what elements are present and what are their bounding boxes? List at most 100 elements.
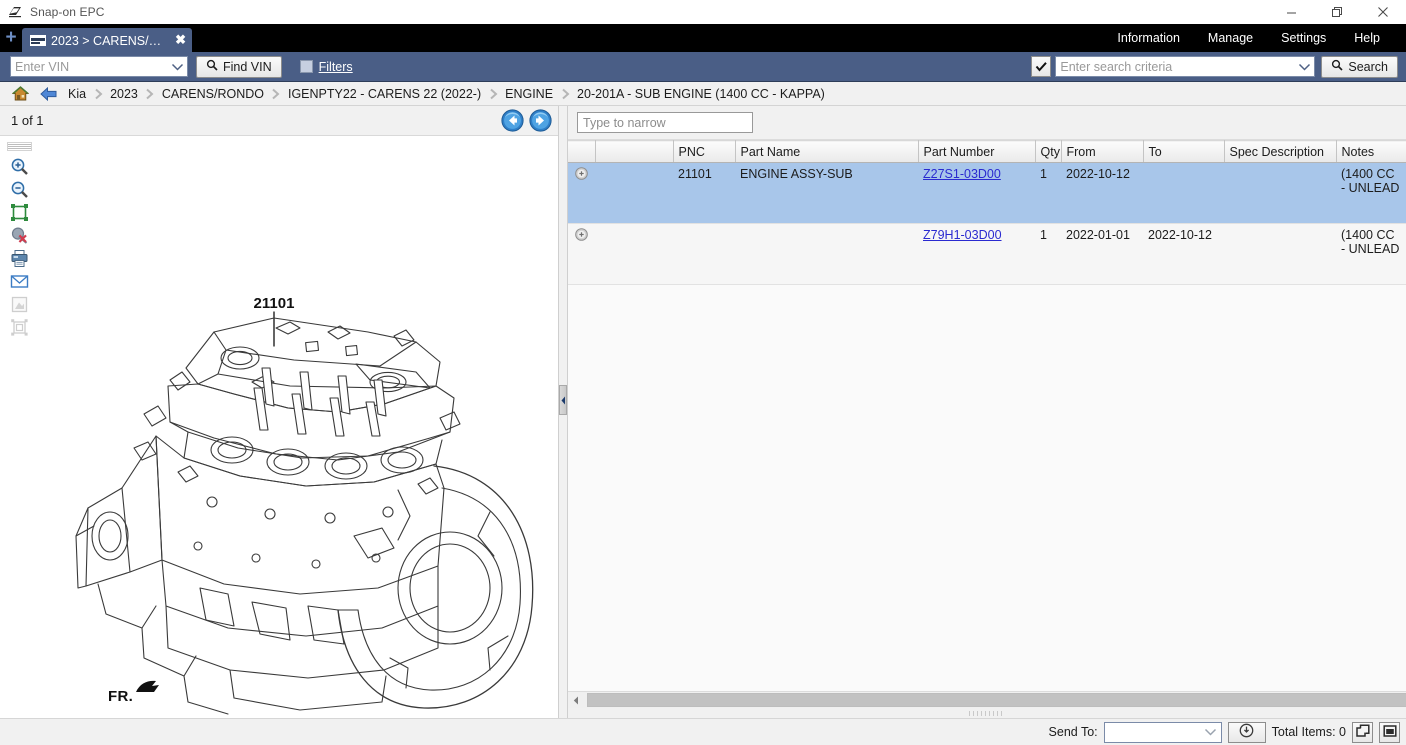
- cell-notes: (1400 CC - UNLEAD: [1336, 163, 1406, 224]
- column-header-part-number[interactable]: Part Number: [918, 141, 1035, 163]
- expand-row-button[interactable]: [568, 163, 595, 224]
- expand-plus-icon[interactable]: [575, 167, 588, 183]
- part-number-link[interactable]: Z27S1-03D00: [923, 167, 1001, 181]
- tab-strip: + 2023 > CARENS/ROND… ✖ Information Mana…: [0, 24, 1406, 52]
- column-header-spec-description[interactable]: Spec Description: [1224, 141, 1336, 163]
- home-icon[interactable]: [10, 85, 30, 103]
- illustration-nav: [501, 109, 552, 132]
- filters-link[interactable]: Filters: [319, 60, 353, 74]
- find-vin-label: Find VIN: [223, 60, 272, 74]
- print-icon[interactable]: [8, 248, 30, 268]
- front-orientation-marker: FR.: [108, 679, 160, 705]
- cell-qty: 1: [1035, 163, 1061, 224]
- scroll-left-button[interactable]: [568, 693, 583, 708]
- zoom-in-icon[interactable]: [8, 156, 30, 176]
- breadcrumb-item-generation[interactable]: IGENPTY22 - CARENS 22 (2022-): [286, 87, 483, 101]
- filters-checkbox[interactable]: [300, 60, 313, 73]
- close-icon[interactable]: ✖: [175, 33, 186, 49]
- pane-resize-grip-row[interactable]: [568, 708, 1406, 718]
- tab-label: 2023 > CARENS/ROND…: [51, 34, 169, 48]
- epc-logo-icon: [7, 4, 23, 20]
- send-to-input[interactable]: [1105, 723, 1201, 742]
- go-arrow-icon: [1239, 723, 1254, 741]
- title-bar: Snap-on EPC: [0, 0, 1406, 24]
- search-combo[interactable]: [1055, 56, 1315, 77]
- chevron-right-icon: [88, 88, 108, 100]
- send-to-label: Send To:: [1049, 725, 1098, 739]
- send-to-combo[interactable]: [1104, 722, 1222, 743]
- horizontal-scrollbar[interactable]: [568, 691, 1406, 708]
- maximize-restore-button[interactable]: [1314, 0, 1360, 24]
- minimize-button[interactable]: [1268, 0, 1314, 24]
- search-scope-check-button[interactable]: [1031, 56, 1051, 77]
- chevron-down-icon[interactable]: [1201, 723, 1221, 742]
- fit-to-window-icon[interactable]: [8, 202, 30, 222]
- chevron-down-icon[interactable]: [167, 57, 187, 76]
- column-header-part-name[interactable]: Part Name: [735, 141, 918, 163]
- column-header-blank[interactable]: [595, 141, 673, 163]
- expand-row-button[interactable]: [568, 224, 595, 285]
- table-header-row: PNC Part Name Part Number Qty From To Sp…: [568, 141, 1406, 163]
- parts-table: PNC Part Name Part Number Qty From To Sp…: [568, 140, 1406, 285]
- column-header-pnc[interactable]: PNC: [673, 141, 735, 163]
- search-input[interactable]: [1056, 57, 1294, 76]
- email-icon[interactable]: [8, 271, 30, 291]
- tab-vehicle-session[interactable]: 2023 > CARENS/ROND… ✖: [22, 28, 192, 53]
- part-number-link[interactable]: Z79H1-03D00: [923, 228, 1002, 242]
- menu-item-manage[interactable]: Manage: [1194, 24, 1267, 52]
- main-content: 1 of 1: [0, 106, 1406, 718]
- column-header-qty[interactable]: Qty: [1035, 141, 1061, 163]
- next-illustration-button[interactable]: [529, 109, 552, 132]
- menu-item-information[interactable]: Information: [1103, 24, 1194, 52]
- column-header-to[interactable]: To: [1143, 141, 1224, 163]
- menu-item-settings[interactable]: Settings: [1267, 24, 1340, 52]
- search-button[interactable]: Search: [1321, 56, 1398, 78]
- scrollbar-track[interactable]: [583, 693, 1391, 708]
- menu-item-help[interactable]: Help: [1340, 24, 1394, 52]
- back-arrow-icon[interactable]: [38, 85, 58, 103]
- restore-window-button[interactable]: [1352, 722, 1373, 743]
- breadcrumb-item-model[interactable]: CARENS/RONDO: [160, 87, 266, 101]
- search-label: Search: [1348, 60, 1388, 74]
- maximize-window-button[interactable]: [1379, 722, 1400, 743]
- total-items-label: Total Items: 0: [1272, 725, 1346, 739]
- close-button[interactable]: [1360, 0, 1406, 24]
- pane-resize-grip[interactable]: [969, 711, 1005, 716]
- cell-part-number[interactable]: Z79H1-03D00: [918, 224, 1035, 285]
- narrow-input[interactable]: [577, 112, 753, 133]
- status-bar: Send To: Total Items: 0: [0, 718, 1406, 745]
- filters-group[interactable]: Filters: [300, 60, 353, 74]
- vin-input[interactable]: [11, 57, 167, 76]
- column-header-from[interactable]: From: [1061, 141, 1143, 163]
- illustration-callout-21101: 21101: [254, 295, 295, 312]
- window-title: Snap-on EPC: [30, 5, 104, 19]
- parts-grid-wrapper[interactable]: PNC Part Name Part Number Qty From To Sp…: [568, 140, 1406, 691]
- column-header-expand[interactable]: [568, 141, 595, 163]
- cell-pnc: 21101: [673, 163, 735, 224]
- breadcrumb-item-year[interactable]: 2023: [108, 87, 140, 101]
- column-header-notes[interactable]: Notes: [1336, 141, 1406, 163]
- previous-illustration-button[interactable]: [501, 109, 524, 132]
- collapse-left-icon: [561, 396, 566, 405]
- find-vin-button[interactable]: Find VIN: [196, 56, 282, 78]
- breadcrumb-item-make[interactable]: Kia: [66, 87, 88, 101]
- cell-spec-description: [1224, 224, 1336, 285]
- cell-pnc: [673, 224, 735, 285]
- zoom-out-icon[interactable]: [8, 179, 30, 199]
- cell-spec-description: [1224, 163, 1336, 224]
- grip-handle[interactable]: [7, 142, 32, 151]
- vin-combo[interactable]: [10, 56, 188, 77]
- illustration-image[interactable]: 21101 FR.: [38, 136, 558, 718]
- send-to-go-button[interactable]: [1228, 722, 1266, 743]
- remove-zoom-icon[interactable]: [8, 225, 30, 245]
- pane-splitter[interactable]: [559, 106, 568, 718]
- cell-part-number[interactable]: Z27S1-03D00: [918, 163, 1035, 224]
- chevron-down-icon[interactable]: [1294, 57, 1314, 76]
- expand-plus-icon[interactable]: [575, 228, 588, 244]
- table-row[interactable]: 21101 ENGINE ASSY-SUB Z27S1-03D00 1 2022…: [568, 163, 1406, 224]
- scrollbar-thumb[interactable]: [587, 693, 1406, 707]
- breadcrumb-item-group[interactable]: ENGINE: [503, 87, 555, 101]
- splitter-handle[interactable]: [559, 385, 567, 415]
- new-tab-button[interactable]: +: [0, 24, 22, 52]
- table-row[interactable]: Z79H1-03D00 1 2022-01-01 2022-10-12 (140…: [568, 224, 1406, 285]
